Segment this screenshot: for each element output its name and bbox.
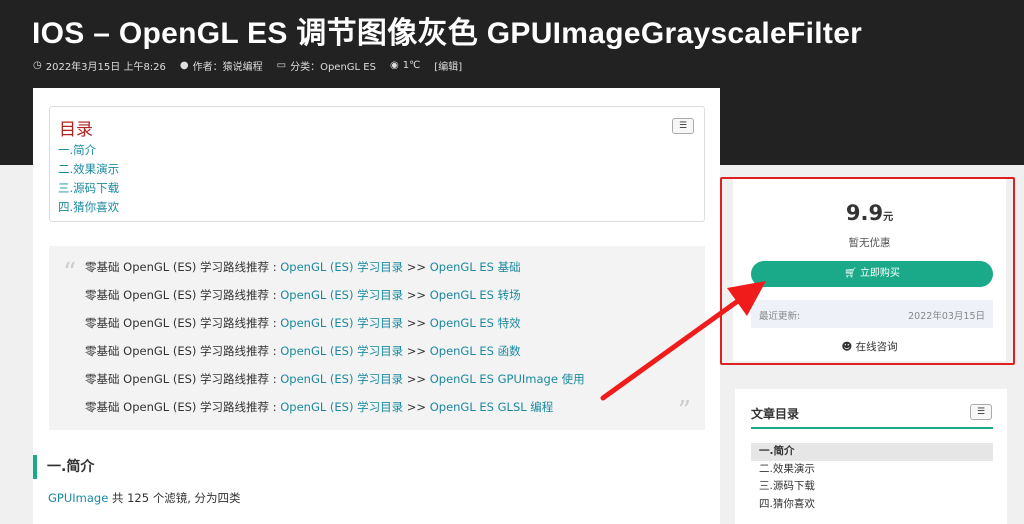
separator: >> xyxy=(403,260,430,274)
sidebar-toc-item[interactable]: 二.效果演示 xyxy=(751,461,993,479)
quote-prefix: 零基础 OpenGL (ES) 学习路线推荐 : xyxy=(85,400,281,414)
separator: >> xyxy=(403,372,430,386)
list-item: 零基础 OpenGL (ES) 学习路线推荐 : OpenGL (ES) 学习目… xyxy=(85,253,585,281)
eye-icon: ◉ xyxy=(389,60,399,71)
directory-link[interactable]: OpenGL (ES) 学习目录 xyxy=(280,316,403,330)
toc-item[interactable]: 三.源码下载 xyxy=(58,179,119,198)
directory-link[interactable]: OpenGL (ES) 学习目录 xyxy=(280,260,403,274)
article-body: 目录 ☰ 一.简介 二.效果演示 三.源码下载 四.猜你喜欢 “ 零基础 Ope… xyxy=(33,88,720,524)
toc-title: 目录 xyxy=(59,120,93,140)
directory-link[interactable]: OpenGL (ES) 学习目录 xyxy=(280,400,403,414)
quote-lines: 零基础 OpenGL (ES) 学习路线推荐 : OpenGL (ES) 学习目… xyxy=(85,253,585,421)
directory-link[interactable]: OpenGL (ES) 学习目录 xyxy=(280,372,403,386)
toc-item[interactable]: 二.效果演示 xyxy=(58,160,119,179)
sidebar-toc-item[interactable]: 一.简介 xyxy=(751,443,993,461)
topic-link[interactable]: OpenGL ES GLSL 编程 xyxy=(430,400,554,414)
quote-prefix: 零基础 OpenGL (ES) 学习路线推荐 : xyxy=(85,260,281,274)
post-meta: ◷ 2022年3月15日 上午8:26 ● 作者：猿说编程 ▭ 分类：OpenGL E… xyxy=(33,58,462,73)
quote-close-icon: ” xyxy=(677,396,691,426)
toc-list: 一.简介 二.效果演示 三.源码下载 四.猜你喜欢 xyxy=(58,141,119,217)
separator: >> xyxy=(403,288,430,302)
directory-link[interactable]: OpenGL (ES) 学习目录 xyxy=(280,288,403,302)
meta-category[interactable]: ▭ 分类：OpenGL ES xyxy=(277,58,376,73)
learning-path-quote: “ 零基础 OpenGL (ES) 学习路线推荐 : OpenGL (ES) 学… xyxy=(49,246,705,430)
topic-link[interactable]: OpenGL ES 基础 xyxy=(430,260,521,274)
quote-prefix: 零基础 OpenGL (ES) 学习路线推荐 : xyxy=(85,288,281,302)
toc-item[interactable]: 四.猜你喜欢 xyxy=(58,198,119,217)
divider xyxy=(751,427,993,429)
clock-icon: ◷ xyxy=(33,60,42,71)
post-title: IOS – OpenGL ES 调节图像灰色 GPUImageGrayscale… xyxy=(32,17,863,50)
meta-author-text[interactable]: 作者：猿说编程 xyxy=(193,58,263,73)
sidebar-article-toc: 文章目录 ☰ 一.简介 二.效果演示 三.源码下载 四.猜你喜欢 xyxy=(735,389,1007,524)
topic-link[interactable]: OpenGL ES 特效 xyxy=(430,316,521,330)
sidebar-toc-item[interactable]: 三.源码下载 xyxy=(751,478,993,496)
directory-link[interactable]: OpenGL (ES) 学习目录 xyxy=(280,344,403,358)
sidebar-toc-list: 一.简介 二.效果演示 三.源码下载 四.猜你喜欢 xyxy=(751,443,993,513)
separator: >> xyxy=(403,400,430,414)
section-paragraph: GPUImage 共 125 个滤镜, 分为四类 xyxy=(48,490,241,506)
list-item: 零基础 OpenGL (ES) 学习路线推荐 : OpenGL (ES) 学习目… xyxy=(85,337,585,365)
paragraph-text: 共 125 个滤镜, 分为四类 xyxy=(108,491,241,505)
meta-category-text[interactable]: 分类：OpenGL ES xyxy=(290,58,376,73)
highlight-box xyxy=(720,177,1015,365)
topic-link[interactable]: OpenGL ES 函数 xyxy=(430,344,521,358)
quote-prefix: 零基础 OpenGL (ES) 学习路线推荐 : xyxy=(85,372,281,386)
table-of-contents: 目录 ☰ 一.简介 二.效果演示 三.源码下载 四.猜你喜欢 xyxy=(49,106,705,222)
topic-link[interactable]: OpenGL ES 转场 xyxy=(430,288,521,302)
list-item: 零基础 OpenGL (ES) 学习路线推荐 : OpenGL (ES) 学习目… xyxy=(85,365,585,393)
meta-views-text: 1℃ xyxy=(402,60,421,71)
list-item: 零基础 OpenGL (ES) 学习路线推荐 : OpenGL (ES) 学习目… xyxy=(85,393,585,421)
meta-author[interactable]: ● 作者：猿说编程 xyxy=(180,58,263,73)
list-item: 零基础 OpenGL (ES) 学习路线推荐 : OpenGL (ES) 学习目… xyxy=(85,309,585,337)
list-toggle-icon[interactable]: ☰ xyxy=(970,404,992,420)
edit-link[interactable]: [编辑] xyxy=(434,58,462,73)
meta-date: ◷ 2022年3月15日 上午8:26 xyxy=(33,58,166,73)
list-toggle-icon[interactable]: ☰ xyxy=(672,118,694,134)
user-icon: ● xyxy=(179,60,189,71)
sidebar-toc-item[interactable]: 四.猜你喜欢 xyxy=(751,496,993,514)
gpuimage-link[interactable]: GPUImage xyxy=(48,491,108,505)
topic-link[interactable]: OpenGL ES GPUImage 使用 xyxy=(430,372,585,386)
list-item: 零基础 OpenGL (ES) 学习路线推荐 : OpenGL (ES) 学习目… xyxy=(85,281,585,309)
sidebar-toc-title: 文章目录 xyxy=(751,407,800,421)
quote-prefix: 零基础 OpenGL (ES) 学习路线推荐 : xyxy=(85,316,281,330)
quote-prefix: 零基础 OpenGL (ES) 学习路线推荐 : xyxy=(85,344,281,358)
separator: >> xyxy=(403,316,430,330)
meta-date-text: 2022年3月15日 上午8:26 xyxy=(45,62,166,73)
meta-views: ◉ 1℃ xyxy=(390,60,420,71)
separator: >> xyxy=(403,344,430,358)
toc-item[interactable]: 一.简介 xyxy=(58,141,119,160)
quote-open-icon: “ xyxy=(63,258,77,288)
section-heading: 一.简介 xyxy=(33,455,94,479)
folder-icon: ▭ xyxy=(276,60,287,71)
